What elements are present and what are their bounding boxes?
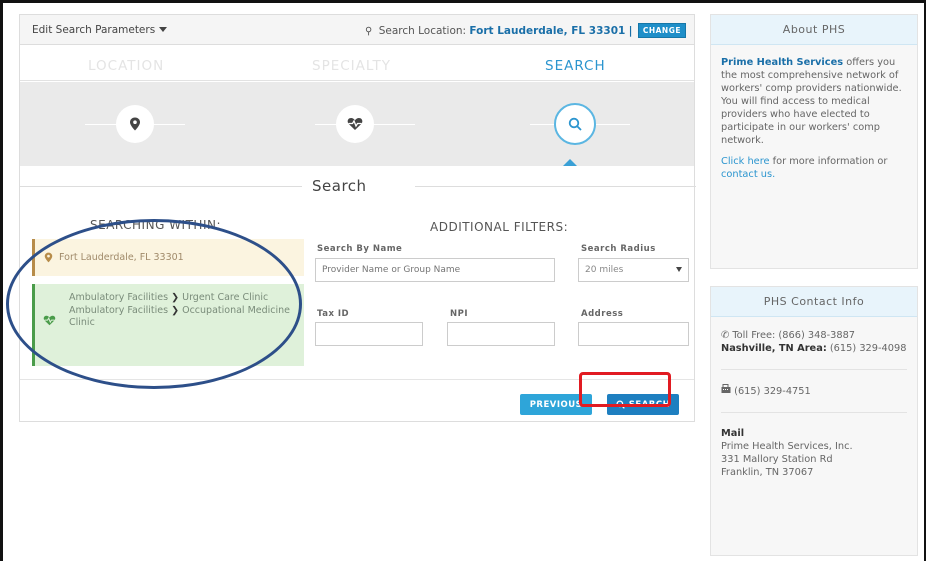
map-pin-icon [130, 117, 140, 131]
divider [721, 412, 907, 413]
contact-info-title: PHS Contact Info [711, 287, 917, 317]
search-parameters-bar: Edit Search Parameters ⚲ Search Location… [20, 15, 694, 45]
map-pin-icon: ⚲ [365, 26, 373, 37]
step-progress-track [20, 82, 694, 166]
search-by-name-label: Search By Name [317, 244, 403, 254]
step-specialty[interactable]: SPECIALTY [312, 58, 391, 74]
address-label: Address [581, 309, 624, 319]
divider [721, 369, 907, 370]
caret-down-icon [159, 27, 168, 32]
click-here-link[interactable]: Click here [721, 156, 770, 167]
search-location-value: Fort Lauderdale, FL 33301 [469, 25, 626, 37]
search-heading-title: Search [312, 177, 367, 195]
search-step-circle[interactable] [554, 103, 596, 145]
mail-line: Franklin, TN 37067 [721, 467, 814, 478]
search-icon [568, 117, 582, 131]
more-info-line: Click here for more information or conta… [721, 155, 907, 181]
heartbeat-icon [347, 117, 363, 130]
searching-within-annotation [6, 219, 302, 389]
about-phs-title: About PHS [711, 15, 917, 45]
step-location[interactable]: LOCATION [88, 58, 164, 74]
contact-info-panel: PHS Contact Info ✆ Toll Free: (866) 348-… [710, 286, 918, 556]
address-input[interactable] [578, 322, 689, 346]
fax-icon [721, 384, 734, 397]
contact-info-body: ✆ Toll Free: (866) 348-3887 Nashville, T… [711, 317, 917, 491]
specialty-step-circle[interactable] [336, 105, 374, 143]
toll-free-number: Toll Free: (866) 348-3887 [732, 330, 856, 341]
npi-label: NPI [450, 309, 469, 319]
tax-id-input[interactable] [315, 322, 423, 346]
fax-number: (615) 329-4751 [734, 386, 811, 397]
nashville-line: Nashville, TN Area: (615) 329-4098 [721, 342, 907, 355]
contact-us-link[interactable]: contact us. [721, 169, 775, 180]
npi-input[interactable] [447, 322, 555, 346]
brand-name: Prime Health Services [721, 57, 844, 68]
edit-search-parameters-label: Edit Search Parameters [32, 24, 156, 36]
nashville-phone: (615) 329-4098 [829, 343, 907, 354]
mail-line: Prime Health Services, Inc. [721, 441, 853, 452]
mail-block: Mail Prime Health Services, Inc. 331 Mal… [721, 427, 907, 479]
tax-id-label: Tax ID [317, 309, 350, 319]
about-phs-body: Prime Health Services offers you the mos… [711, 45, 917, 192]
more-info-text: for more information or [772, 156, 888, 167]
step-tabs: LOCATION SPECIALTY SEARCH [20, 46, 694, 81]
search-by-name-input[interactable] [315, 258, 555, 282]
search-heading: Search [20, 172, 696, 202]
search-radius-select[interactable]: 20 miles [578, 258, 689, 282]
toll-free-line: ✆ Toll Free: (866) 348-3887 [721, 329, 907, 342]
search-radius-label: Search Radius [581, 244, 656, 254]
active-step-pointer [563, 159, 577, 166]
search-location-label: Search Location: [378, 25, 467, 37]
search-location: ⚲ Search Location: Fort Lauderdale, FL 3… [365, 23, 686, 38]
phone-icon: ✆ [721, 330, 730, 341]
about-text: offers you the most comprehensive networ… [721, 57, 902, 146]
heading-rule [415, 186, 696, 187]
step-search[interactable]: SEARCH [545, 58, 606, 74]
edit-search-parameters-dropdown[interactable]: Edit Search Parameters [32, 24, 168, 36]
nashville-label: Nashville, TN Area: [721, 343, 827, 354]
heading-rule [20, 186, 302, 187]
search-button-highlight [579, 372, 671, 407]
search-radius-value: 20 miles [585, 265, 624, 275]
mail-label: Mail [721, 428, 745, 439]
location-step-circle[interactable] [116, 105, 154, 143]
about-phs-panel: About PHS Prime Health Services offers y… [710, 14, 918, 269]
additional-filters-title: ADDITIONAL FILTERS: [430, 220, 569, 234]
mail-line: 331 Mallory Station Rd [721, 454, 833, 465]
separator: | [628, 25, 633, 37]
fax-line: (615) 329-4751 [721, 384, 907, 398]
caret-down-icon [676, 267, 682, 272]
change-location-button[interactable]: CHANGE [637, 23, 686, 38]
